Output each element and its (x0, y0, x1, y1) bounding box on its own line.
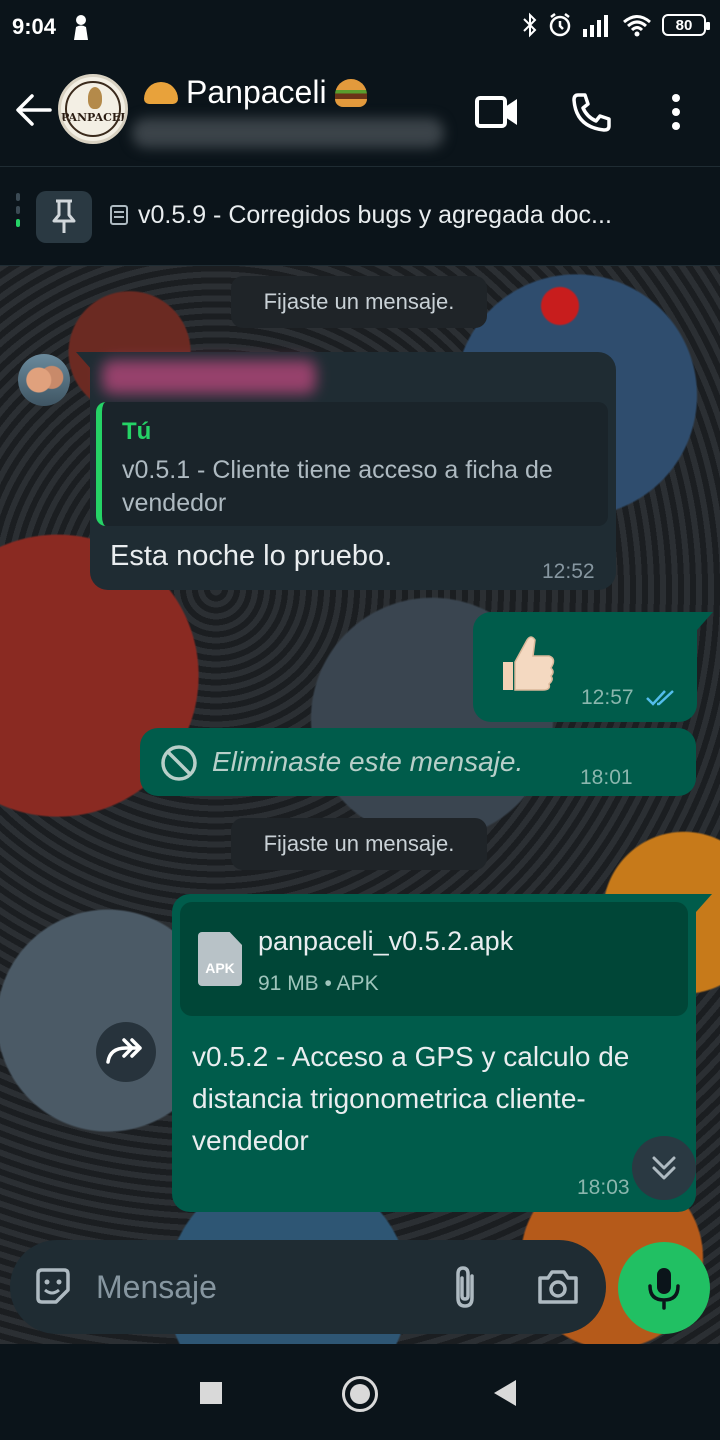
status-time: 9:04 (12, 14, 57, 39)
bluetooth-icon (523, 12, 537, 38)
chat-area[interactable]: Fijaste un mensaje. Tú v0.5.1 - Cliente … (0, 266, 720, 1344)
more-vert-icon[interactable] (664, 92, 688, 132)
system-nav-bar (0, 1344, 720, 1440)
read-ticks-icon (646, 690, 674, 706)
chat-title-row[interactable]: Panpaceli (144, 74, 367, 111)
nav-back-button[interactable] (494, 1380, 516, 1406)
back-arrow-icon[interactable] (14, 92, 54, 128)
wifi-icon (623, 15, 651, 37)
file-name: panpaceli_v0.5.2.apk (258, 926, 514, 956)
deleted-message-bubble[interactable]: Eliminaste este mensaje. 18:01 (140, 728, 696, 796)
forward-button[interactable] (96, 1022, 156, 1082)
chat-title: Panpaceli (186, 74, 327, 110)
double-chevron-down-icon (652, 1156, 676, 1180)
person-notification-icon (74, 15, 88, 40)
outgoing-file-bubble[interactable]: APK panpaceli_v0.5.2.apk 91 MB • APK v0.… (172, 894, 712, 1212)
bubble-tail (697, 612, 713, 630)
system-message: Fijaste un mensaje. (231, 276, 487, 328)
sticker-emoji-icon[interactable] (32, 1266, 74, 1308)
message-time: 18:03 (577, 1176, 630, 1199)
pin-icon-box[interactable] (36, 191, 92, 243)
file-meta: 91 MB • APK (258, 972, 379, 995)
recents-button[interactable] (200, 1382, 222, 1404)
scroll-to-bottom-button[interactable] (632, 1136, 696, 1200)
sender-name-redacted (102, 360, 316, 394)
message-time: 12:57 (581, 686, 634, 709)
forward-icon (106, 1038, 142, 1064)
alarm-icon (549, 13, 571, 37)
pin-icon (52, 199, 76, 233)
status-bar: 9:04 80 (0, 0, 720, 56)
chat-subtitle-redacted (132, 118, 444, 148)
pinned-page-indicator (16, 193, 20, 241)
croissant-emoji-icon (144, 81, 178, 104)
chat-header: PANPACELI Panpaceli (0, 56, 720, 166)
status-icons: 80 (522, 12, 710, 38)
message-time: 12:52 (542, 560, 595, 583)
voice-message-button[interactable] (618, 1242, 710, 1334)
sender-avatar[interactable] (18, 354, 70, 406)
pinned-text: v0.5.9 - Corregidos bugs y agregada doc.… (138, 201, 612, 229)
message-composer (10, 1240, 606, 1334)
quoted-text: v0.5.1 - Cliente tiene acceso a ficha de… (122, 456, 553, 517)
message-text: Esta noche lo pruebo. (110, 540, 393, 572)
file-caption: v0.5.2 - Acceso a GPS y calculo de dista… (192, 1041, 630, 1156)
apk-file-icon: APK (198, 932, 242, 986)
phone-icon[interactable] (570, 92, 614, 132)
avatar-logo-text: PANPACELI (61, 111, 128, 124)
quoted-message[interactable]: Tú v0.5.1 - Cliente tiene acceso a ficha… (96, 402, 608, 526)
burger-emoji-icon (334, 78, 367, 107)
outgoing-emoji-bubble[interactable]: 12:57 (473, 612, 713, 722)
wheat-icon (88, 87, 102, 109)
microphone-icon (648, 1268, 680, 1310)
system-message: Fijaste un mensaje. (231, 818, 487, 870)
message-input[interactable] (96, 1266, 426, 1308)
battery-icon: 80 (662, 14, 710, 36)
pinned-message-bar[interactable]: v0.5.9 - Corregidos bugs y agregada doc.… (0, 166, 720, 266)
thumbs-up-emoji-icon (503, 636, 555, 691)
video-call-icon[interactable] (474, 92, 520, 132)
quoted-sender: Tú (122, 418, 152, 445)
pinned-message-text[interactable]: v0.5.9 - Corregidos bugs y agregada doc.… (110, 201, 710, 230)
message-time: 18:01 (580, 766, 633, 789)
file-attachment[interactable]: APK panpaceli_v0.5.2.apk 91 MB • APK (180, 902, 688, 1016)
document-icon (110, 205, 128, 225)
attach-icon[interactable] (450, 1264, 480, 1310)
camera-icon[interactable] (536, 1268, 580, 1306)
bubble-tail (696, 894, 712, 912)
blocked-icon (161, 745, 197, 781)
group-avatar[interactable]: PANPACELI (58, 74, 128, 144)
deleted-message-text: Eliminaste este mensaje. (212, 746, 524, 777)
signal-icon (583, 15, 608, 37)
home-button[interactable] (342, 1376, 378, 1412)
